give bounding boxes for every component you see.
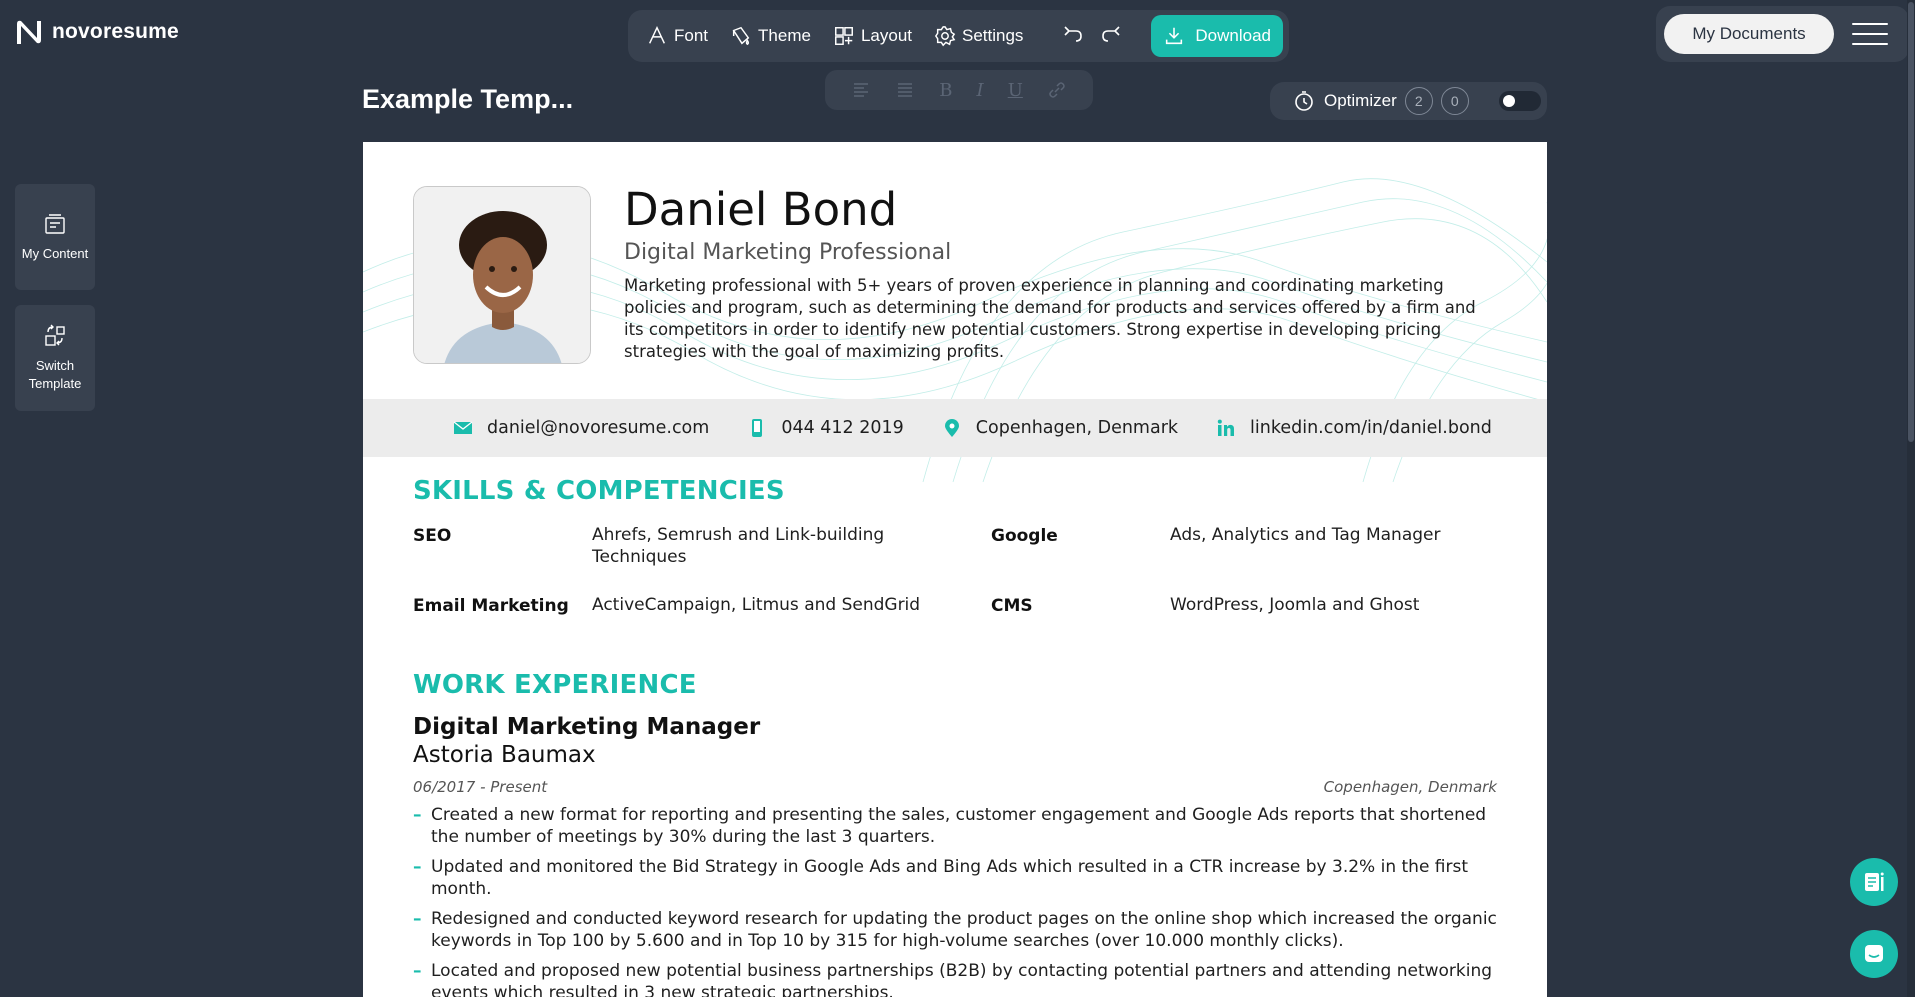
link-icon[interactable]: [1047, 80, 1067, 100]
download-label: Download: [1195, 26, 1272, 45]
text-format-bar: B I U: [825, 70, 1093, 110]
job-bullet[interactable]: Redesigned and conducted keyword researc…: [413, 908, 1503, 952]
bold-button[interactable]: B: [939, 80, 952, 101]
novoresume-logo-icon: [17, 20, 41, 44]
sidebar-item-label: Switch Template: [28, 358, 82, 391]
paint-bucket-icon: [732, 26, 750, 46]
document-title[interactable]: Example Temp...: [362, 84, 573, 115]
skill-name[interactable]: Email Marketing: [413, 596, 569, 616]
settings-label: Settings: [962, 26, 1024, 45]
job-bullet[interactable]: Located and proposed new potential busin…: [413, 960, 1503, 997]
contact-email[interactable]: daniel@novoresume.com: [453, 418, 709, 438]
contact-bar: daniel@novoresume.com 044 412 2019 Copen…: [363, 399, 1547, 457]
skill-value[interactable]: WordPress, Joomla and Ghost: [1170, 594, 1500, 616]
document-info-icon: [1865, 872, 1884, 891]
linkedin-icon: [1217, 419, 1235, 436]
optimizer-count-badge: 0: [1440, 87, 1469, 115]
chat-icon: [1865, 945, 1883, 962]
editor-toolbar: Font Theme Layout Settings Download: [628, 10, 1289, 62]
profile-photo[interactable]: [413, 186, 591, 364]
job-bullet[interactable]: Created a new format for reporting and p…: [413, 804, 1503, 848]
sidebar-item-my-content[interactable]: My Content: [15, 184, 95, 290]
experience-section-title[interactable]: WORK EXPERIENCE: [413, 670, 697, 700]
skill-name[interactable]: CMS: [991, 596, 1033, 616]
optimizer-toggle[interactable]: [1498, 91, 1541, 111]
undo-icon[interactable]: [1061, 24, 1085, 48]
align-justify-icon[interactable]: [895, 80, 915, 100]
menu-icon[interactable]: [1852, 23, 1888, 45]
content-icon: [45, 214, 65, 234]
gear-icon: [934, 26, 956, 47]
envelope-icon: [453, 421, 473, 434]
skill-name[interactable]: SEO: [413, 526, 451, 546]
contact-email-text: daniel@novoresume.com: [487, 418, 710, 438]
skill-name[interactable]: Google: [991, 526, 1058, 546]
skill-value[interactable]: Ads, Analytics and Tag Manager: [1170, 524, 1500, 546]
job-bullet[interactable]: Updated and monitored the Bid Strategy i…: [413, 856, 1503, 900]
sidebar-item-switch-template[interactable]: Switch Template: [15, 305, 95, 411]
layout-label: Layout: [860, 26, 912, 45]
contact-phone[interactable]: 044 412 2019: [747, 418, 904, 438]
resume-summary[interactable]: Marketing professional with 5+ years of …: [624, 275, 1484, 363]
resume-page[interactable]: Daniel Bond Digital Marketing Profession…: [363, 142, 1547, 997]
skill-value[interactable]: ActiveCampaign, Litmus and SendGrid: [592, 594, 952, 616]
skill-value[interactable]: Ahrefs, Semrush and Link-building Techni…: [592, 524, 912, 568]
theme-label: Theme: [758, 26, 811, 45]
download-icon: [1166, 27, 1183, 45]
phone-icon: [752, 419, 763, 437]
job-location[interactable]: Copenhagen, Denmark: [1324, 778, 1497, 796]
font-icon: [649, 26, 665, 44]
resume-headline[interactable]: Digital Marketing Professional: [624, 240, 951, 265]
account-panel: My Documents: [1656, 6, 1909, 62]
location-pin-icon: [944, 419, 959, 437]
italic-button[interactable]: I: [977, 80, 984, 101]
font-button[interactable]: Font: [646, 25, 708, 47]
optimizer-icon: [1295, 91, 1313, 111]
download-button[interactable]: Download: [1151, 15, 1283, 57]
app-logo[interactable]: novoresume: [14, 18, 179, 46]
resume-name[interactable]: Daniel Bond: [624, 183, 897, 236]
contact-phone-text: 044 412 2019: [781, 418, 904, 438]
chat-support-button[interactable]: [1850, 930, 1898, 978]
font-label: Font: [674, 26, 709, 45]
optimizer-panel: Optimizer 2 0: [1270, 82, 1547, 120]
theme-button[interactable]: Theme: [730, 25, 811, 47]
optimizer-count-badge: 2: [1404, 87, 1433, 115]
my-documents-button[interactable]: My Documents: [1664, 14, 1834, 54]
logo-text: novoresume: [52, 20, 179, 43]
job-company[interactable]: Astoria Baumax: [413, 742, 596, 768]
job-bullets: Created a new format for reporting and p…: [413, 804, 1503, 997]
layout-icon: [834, 27, 853, 45]
layout-button[interactable]: Layout: [833, 25, 912, 47]
sidebar-item-label: My Content: [21, 246, 89, 261]
job-dates[interactable]: 06/2017 - Present: [413, 778, 547, 796]
align-left-icon[interactable]: [851, 80, 871, 100]
skills-section-title[interactable]: SKILLS & COMPETENCIES: [413, 476, 785, 506]
scrollbar-track[interactable]: [1907, 0, 1915, 997]
optimizer-label: Optimizer: [1324, 91, 1397, 110]
contact-location[interactable]: Copenhagen, Denmark: [942, 418, 1178, 438]
resume-tips-button[interactable]: [1850, 858, 1898, 906]
person-avatar-icon: [414, 187, 590, 363]
redo-icon[interactable]: [1099, 24, 1123, 48]
switch-template-icon: [45, 324, 65, 346]
contact-linkedin-text: linkedin.com/in/daniel.bond: [1250, 418, 1492, 438]
scrollbar-thumb[interactable]: [1908, 2, 1914, 442]
settings-button[interactable]: Settings: [934, 25, 1023, 47]
job-title[interactable]: Digital Marketing Manager: [413, 714, 760, 740]
contact-location-text: Copenhagen, Denmark: [975, 418, 1179, 438]
contact-linkedin[interactable]: linkedin.com/in/daniel.bond: [1216, 418, 1492, 438]
underline-button[interactable]: U: [1008, 80, 1023, 101]
